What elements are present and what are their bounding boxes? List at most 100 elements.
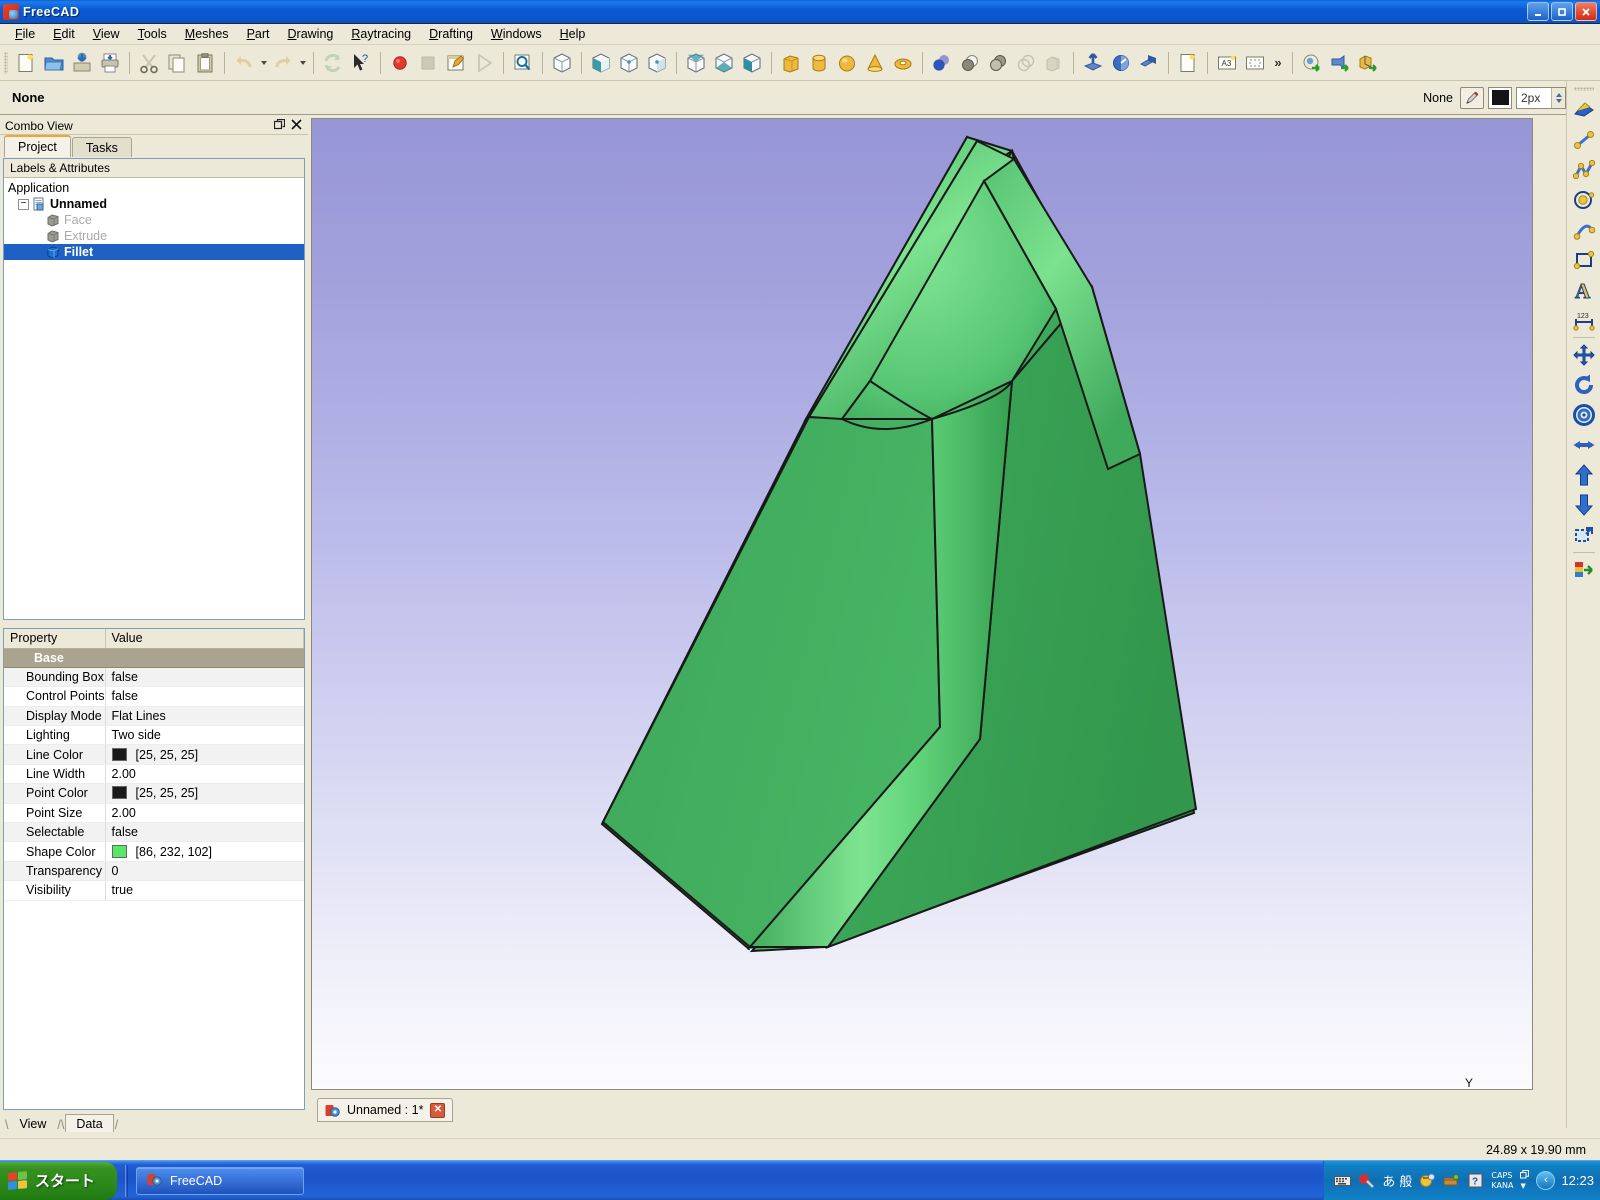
undock-icon[interactable]	[273, 118, 286, 133]
draft-circle-icon[interactable]	[1569, 185, 1599, 215]
table-row[interactable]: Display Mode Flat Lines	[4, 706, 304, 727]
tab-project[interactable]: Project	[4, 135, 71, 157]
redo-dropdown-icon[interactable]	[297, 49, 308, 77]
whats-this-icon[interactable]: ?	[347, 49, 375, 77]
fit-all-icon[interactable]	[509, 49, 537, 77]
a3-page-icon[interactable]: A3	[1213, 49, 1241, 77]
right-view-icon[interactable]	[643, 49, 671, 77]
menu-tools[interactable]: Tools	[129, 25, 176, 43]
undo-icon[interactable]	[230, 49, 258, 77]
ime-tool-icon[interactable]	[1443, 1172, 1460, 1189]
property-value-color[interactable]: [86, 232, 102]	[105, 841, 304, 862]
macro-record-icon[interactable]	[386, 49, 414, 77]
refresh-icon[interactable]	[319, 49, 347, 77]
property-value[interactable]: Flat Lines	[105, 706, 304, 727]
paste-icon[interactable]	[191, 49, 219, 77]
box-primitive-icon[interactable]	[777, 49, 805, 77]
property-value-color[interactable]: [25, 25, 25]	[105, 783, 304, 804]
menu-windows[interactable]: Windows	[482, 25, 551, 43]
ime-restore-group[interactable]: ▼	[1520, 1170, 1530, 1191]
close-icon[interactable]: ✕	[430, 1102, 446, 1118]
boolean-icon[interactable]	[928, 49, 956, 77]
raytracing-project-icon[interactable]	[1298, 49, 1326, 77]
cut-icon[interactable]	[984, 49, 1012, 77]
cut-scissors-icon[interactable]	[135, 49, 163, 77]
menu-meshes[interactable]: Meshes	[176, 25, 238, 43]
table-row[interactable]: Control Points false	[4, 686, 304, 707]
new-drawing-icon[interactable]	[1174, 49, 1202, 77]
copy-icon[interactable]	[163, 49, 191, 77]
property-value[interactable]: 0	[105, 861, 304, 882]
tree-item-face[interactable]: Face	[4, 212, 304, 228]
menu-help[interactable]: Help	[551, 25, 595, 43]
toolbar-grip[interactable]	[1573, 87, 1594, 91]
raytracing-part-icon[interactable]	[1354, 49, 1382, 77]
draft-text-icon[interactable]: A	[1569, 275, 1599, 305]
draft-scale-icon[interactable]	[1569, 430, 1599, 460]
open-folder-icon[interactable]	[40, 49, 68, 77]
close-button[interactable]	[1575, 2, 1597, 21]
pen-icon[interactable]	[1460, 86, 1484, 109]
table-row[interactable]: Lighting Two side	[4, 725, 304, 746]
cone-primitive-icon[interactable]	[861, 49, 889, 77]
table-row[interactable]: Point Size 2.00	[4, 803, 304, 824]
left-view-icon[interactable]	[738, 49, 766, 77]
show-hidden-icons-button[interactable]: ‹	[1536, 1171, 1556, 1190]
tree-item-unnamed[interactable]: − Unnamed	[4, 196, 304, 212]
macro-execute-icon[interactable]	[470, 49, 498, 77]
draft-rotate-icon[interactable]	[1569, 370, 1599, 400]
boolean-ops-icon[interactable]	[1040, 49, 1068, 77]
overflow-icon[interactable]: »	[1269, 49, 1287, 77]
start-button[interactable]: スタート	[0, 1161, 118, 1200]
draft-workbench-icon[interactable]	[1569, 95, 1599, 125]
line-width-spin-buttons[interactable]	[1551, 87, 1565, 108]
save-icon[interactable]	[68, 49, 96, 77]
sphere-primitive-icon[interactable]	[833, 49, 861, 77]
tree-expander-icon[interactable]: −	[18, 198, 29, 210]
top-view-icon[interactable]	[615, 49, 643, 77]
menu-part[interactable]: Part	[238, 25, 279, 43]
macro-edit-icon[interactable]	[442, 49, 470, 77]
extrude-icon[interactable]	[1079, 49, 1107, 77]
menu-view[interactable]: View	[84, 25, 129, 43]
raytracing-camera-icon[interactable]	[1326, 49, 1354, 77]
print-icon[interactable]	[96, 49, 124, 77]
line-width-spinner[interactable]: 2px	[1516, 86, 1566, 109]
bottom-view-icon[interactable]	[710, 49, 738, 77]
clock-label[interactable]: 12:23	[1561, 1173, 1594, 1188]
draft-downgrade-icon[interactable]	[1569, 490, 1599, 520]
table-row[interactable]: Visibility true	[4, 880, 304, 901]
front-view-icon[interactable]	[587, 49, 615, 77]
tree-item-extrude[interactable]: Extrude	[4, 228, 304, 244]
volume-icon[interactable]	[1358, 1172, 1375, 1189]
draft-dimension-icon[interactable]: 123	[1569, 305, 1599, 335]
property-value[interactable]: false	[105, 822, 304, 843]
cylinder-primitive-icon[interactable]	[805, 49, 833, 77]
draft-trimex-icon[interactable]	[1569, 520, 1599, 550]
common-icon[interactable]	[1012, 49, 1040, 77]
toolbar-grip[interactable]	[4, 51, 8, 74]
property-value[interactable]: Two side	[105, 725, 304, 746]
table-row[interactable]: Selectable false	[4, 822, 304, 843]
draft-offset-icon[interactable]	[1569, 400, 1599, 430]
menu-drawing[interactable]: Drawing	[279, 25, 343, 43]
property-group-base[interactable]: Base	[4, 648, 304, 668]
dropdown-icon[interactable]: ▼	[1520, 1182, 1529, 1191]
draft-wire-icon[interactable]	[1569, 155, 1599, 185]
draft-apply-style-icon[interactable]	[1569, 555, 1599, 585]
line-color-swatch[interactable]	[1488, 86, 1512, 109]
table-row[interactable]: Bounding Box false	[4, 667, 304, 688]
mirror-icon[interactable]	[1135, 49, 1163, 77]
tab-tasks[interactable]: Tasks	[71, 137, 132, 157]
torus-primitive-icon[interactable]	[889, 49, 917, 77]
tree-item-fillet[interactable]: Fillet	[4, 244, 304, 260]
property-value-color[interactable]: [25, 25, 25]	[105, 744, 304, 765]
tab-data[interactable]: Data	[65, 1114, 114, 1132]
menu-file[interactable]: File	[6, 25, 44, 43]
rear-view-icon[interactable]	[682, 49, 710, 77]
table-row[interactable]: Point Color [25, 25, 25]	[4, 783, 304, 804]
property-value[interactable]: false	[105, 686, 304, 707]
table-row[interactable]: Line Width 2.00	[4, 764, 304, 785]
draft-arc-icon[interactable]	[1569, 215, 1599, 245]
union-icon[interactable]	[956, 49, 984, 77]
